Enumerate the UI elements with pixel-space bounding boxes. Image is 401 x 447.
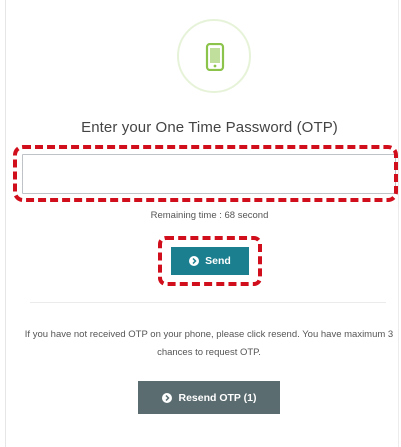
resend-otp-button-label: Resend OTP (1) (178, 391, 257, 404)
mobile-phone-icon (205, 43, 225, 71)
otp-card (5, 0, 399, 447)
arrow-circle-icon (161, 392, 172, 403)
phone-icon-circle (177, 19, 251, 93)
otp-title: Enter your One Time Password (OTP) (81, 119, 338, 136)
resend-info-text: If you have not received OTP on your pho… (24, 329, 394, 358)
resend-otp-button[interactable]: Resend OTP (1) (138, 381, 280, 414)
otp-input[interactable] (22, 154, 396, 194)
remaining-time: Remaining time : 68 second (150, 210, 269, 221)
divider (30, 302, 386, 303)
send-button-label: Send (205, 255, 231, 267)
send-button[interactable]: Send (171, 247, 249, 275)
arrow-circle-icon (189, 256, 200, 266)
